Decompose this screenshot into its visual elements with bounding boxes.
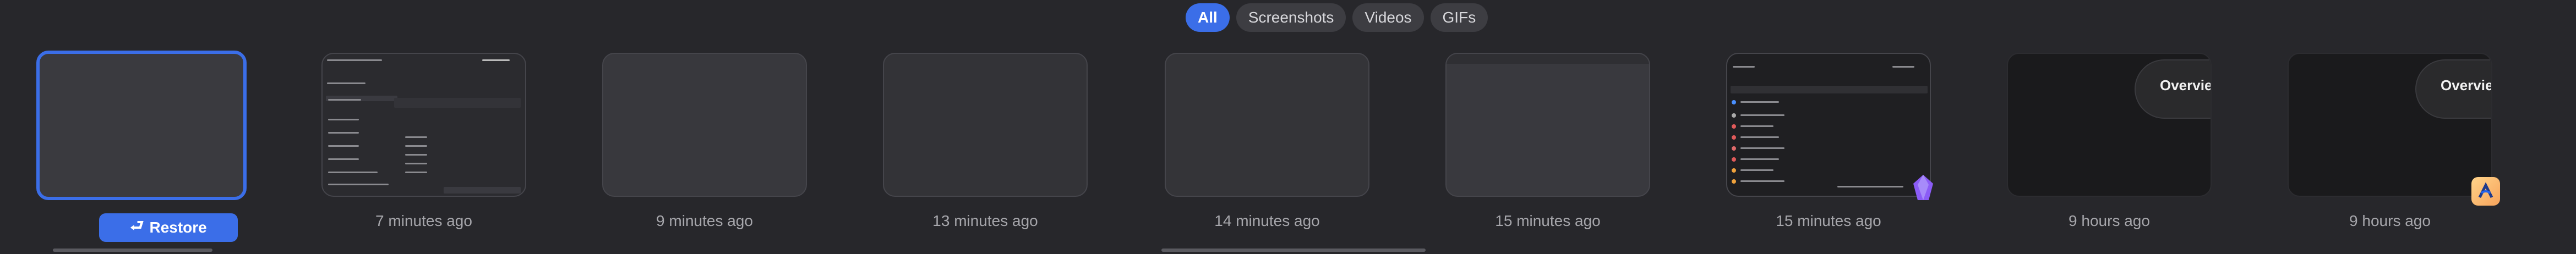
restore-button[interactable]: ⮐ Restore <box>99 213 238 242</box>
capture-time: 14 minutes ago <box>1214 212 1320 229</box>
capture-card[interactable] <box>602 53 807 197</box>
tab-screenshots[interactable]: Screenshots <box>1236 3 1346 32</box>
capture-card[interactable] <box>883 53 1088 197</box>
tab-gifs[interactable]: GIFs <box>1430 3 1488 32</box>
capture-thumbnail[interactable] <box>321 53 526 197</box>
capture-time: 9 hours ago <box>2349 212 2431 229</box>
capture-thumbnail[interactable] <box>1165 53 1369 197</box>
restore-label: Restore <box>149 219 207 236</box>
capture-time: 15 minutes ago <box>1495 212 1601 229</box>
truncated-caption <box>53 249 212 252</box>
capture-history-panel: All Screenshots Videos GIFs ⮐ Restore 7 … <box>0 0 2576 254</box>
filter-tabs: All Screenshots Videos GIFs <box>1186 3 1488 32</box>
capture-card[interactable] <box>1165 53 1369 197</box>
thumbnail-overview-label: Overvie <box>2160 77 2212 93</box>
capture-thumbnail[interactable] <box>1445 53 1650 197</box>
capture-time: 9 minutes ago <box>656 212 753 229</box>
capture-card[interactable] <box>36 51 247 200</box>
tab-videos[interactable]: Videos <box>1352 3 1424 32</box>
capture-card[interactable] <box>321 53 526 197</box>
capture-card[interactable]: Overvie <box>2288 53 2492 197</box>
capture-thumbnail[interactable]: Overvie <box>2007 53 2212 197</box>
truncated-caption <box>1161 249 1426 252</box>
capture-time: 15 minutes ago <box>1776 212 1881 229</box>
capture-card[interactable] <box>1726 53 1931 197</box>
restore-icon: ⮐ <box>130 217 144 234</box>
tab-all[interactable]: All <box>1186 3 1230 32</box>
app-badge-icon <box>2471 177 2500 206</box>
capture-thumbnail[interactable]: Overvie <box>2288 53 2492 197</box>
capture-thumbnail[interactable] <box>602 53 807 197</box>
capture-card[interactable]: Overvie <box>2007 53 2212 197</box>
capture-time: 13 minutes ago <box>932 212 1038 229</box>
thumbnail-overview-label: Overvie <box>2441 77 2492 93</box>
capture-card[interactable] <box>1445 53 1650 197</box>
capture-time: 9 hours ago <box>2069 212 2150 229</box>
capture-thumbnail[interactable] <box>1726 53 1931 197</box>
capture-thumbnail[interactable] <box>883 53 1088 197</box>
capture-time: 7 minutes ago <box>375 212 472 229</box>
capture-thumbnail[interactable] <box>36 51 247 200</box>
app-badge-icon <box>1913 175 1933 200</box>
